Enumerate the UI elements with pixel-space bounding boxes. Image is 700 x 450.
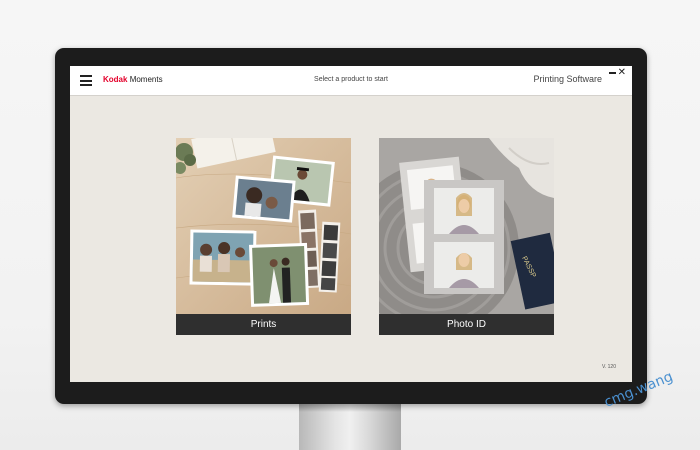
family-photo [232, 175, 296, 223]
app-title: Printing Software [533, 74, 602, 84]
id-photo-sheet-front [424, 180, 504, 294]
monitor-stand-shadow [299, 404, 401, 412]
app-header: Kodak Moments Select a product to start … [70, 66, 632, 96]
close-icon[interactable]: ✕ [618, 68, 626, 78]
app-screen: Kodak Moments Select a product to start … [70, 66, 632, 382]
prints-tile-image [176, 138, 351, 314]
version-label: V. 120 [602, 364, 616, 370]
prints-tile-label: Prints [176, 314, 351, 335]
photo-id-tile-label: Photo ID [379, 314, 554, 335]
beach-photo [189, 229, 257, 286]
photo-id-tile-image: PASSP [379, 138, 554, 314]
monitor: Kodak Moments Select a product to start … [55, 48, 647, 404]
photo-id-tile[interactable]: PASSP Photo ID [379, 138, 554, 335]
wedding-photo [249, 242, 310, 307]
prints-tile[interactable]: Prints [176, 138, 351, 335]
minimize-icon[interactable] [609, 72, 616, 74]
